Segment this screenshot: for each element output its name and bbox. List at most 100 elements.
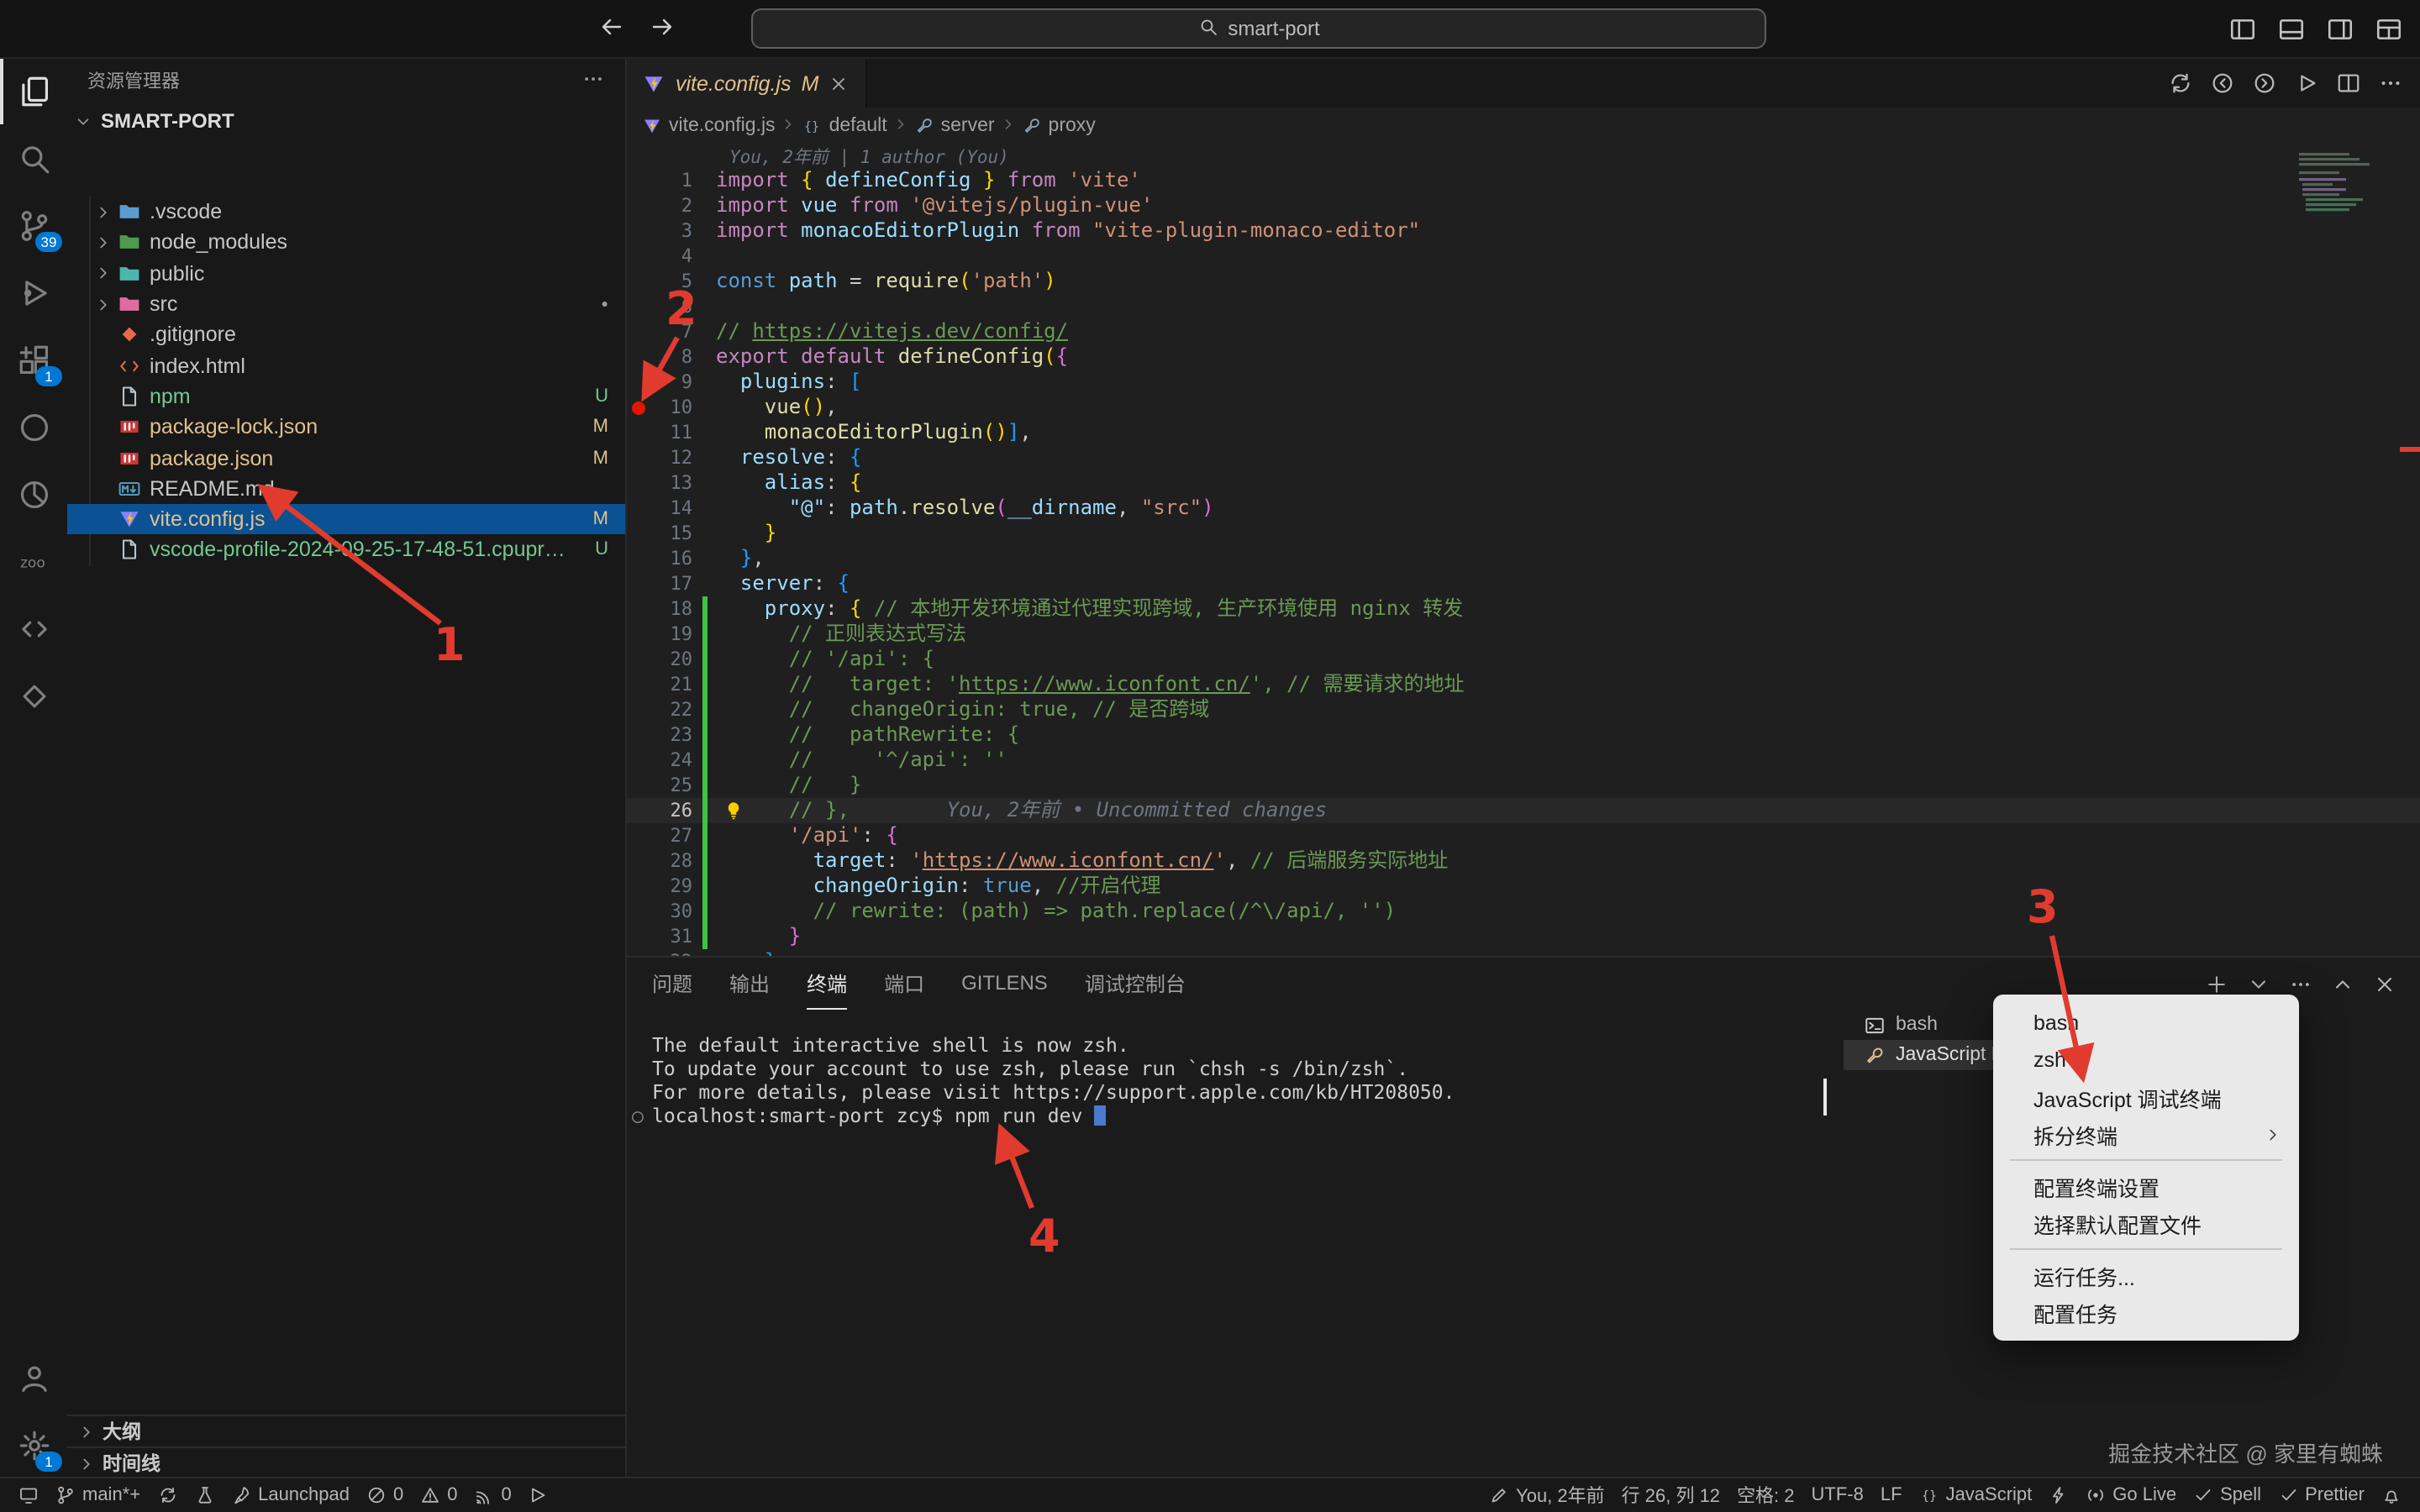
activitybar-extensions[interactable]: 1 [0,326,67,393]
glyph-margin[interactable] [625,420,652,445]
panel-action-close-button[interactable] [2373,972,2396,995]
breadcrumb-item-default[interactable]: {}default [802,116,887,136]
menu-item-拆分终端[interactable]: 拆分终端 [1993,1116,2299,1152]
activitybar-accounts[interactable] [0,1344,67,1411]
glyph-margin[interactable] [625,193,652,218]
code-line-18[interactable]: 18 proxy: { // 本地开发环境通过代理实现跨域, 生产环境使用 ng… [625,596,2420,622]
layout-toggle-button[interactable] [2375,14,2403,43]
code-line-6[interactable]: 6 [625,294,2420,319]
breadcrumb-item-vite.config.js[interactable]: vite.config.js [642,116,776,136]
menu-item-配置终端设置[interactable]: 配置终端设置 [1993,1168,2299,1205]
glyph-margin[interactable] [625,924,652,949]
menu-item-配置任务[interactable]: 配置任务 [1993,1294,2299,1331]
breadcrumb-item-proxy[interactable]: proxy [1022,116,1096,136]
glyph-margin[interactable] [625,949,652,956]
panel-tab-调试控制台[interactable]: 调试控制台 [1085,958,1186,1010]
status-feedback[interactable] [2040,1478,2077,1512]
panel-tab-问题[interactable]: 问题 [652,958,692,1010]
glyph-margin[interactable] [625,722,652,748]
code-line-22[interactable]: 22 // changeOrigin: true, // 是否跨域 [625,697,2420,722]
activitybar-run-debug[interactable] [0,259,67,326]
glyph-margin[interactable] [625,445,652,470]
panel-action-chevron-up-button[interactable] [2331,972,2354,995]
status-spell[interactable]: Spell [2185,1478,2270,1512]
tree-item-npm[interactable]: npmU [67,381,625,412]
code-line-25[interactable]: 25 // } [625,773,2420,798]
tree-root-smart-port[interactable]: SMART-PORT [67,104,625,138]
code-line-3[interactable]: 3import monacoEditorPlugin from "vite-pl… [625,218,2420,244]
code-line-32[interactable]: 32 } [625,949,2420,956]
editor-tab-vite-config[interactable]: vite.config.js M [625,57,867,108]
editor-action-more-button[interactable] [2378,70,2403,95]
activitybar-source-control[interactable]: 39 [0,192,67,259]
menu-item-运行任务...[interactable]: 运行任务... [1993,1257,2299,1294]
code-line-16[interactable]: 16 }, [625,546,2420,571]
glyph-margin[interactable] [625,773,652,798]
status-remote[interactable] [10,1478,47,1512]
glyph-margin[interactable] [625,899,652,924]
glyph-margin[interactable] [625,697,652,722]
panel-left-toggle-button[interactable] [2228,14,2257,43]
panel-bottom-toggle-button[interactable] [2277,14,2306,43]
code-line-19[interactable]: 19 // 正则表达式写法 [625,622,2420,647]
code-line-20[interactable]: 20 // '/api': { [625,647,2420,672]
code-line-4[interactable]: 4 [625,244,2420,269]
glyph-margin[interactable] [625,748,652,773]
breadcrumb-item-server[interactable]: server [914,116,995,136]
tree-item-package.json[interactable]: package.jsonM [67,443,625,474]
glyph-margin[interactable] [625,496,652,521]
code-line-29[interactable]: 29 changeOrigin: true, //开启代理 [625,874,2420,899]
status-cursor-position[interactable]: 行 26, 列 12 [1613,1478,1728,1512]
activitybar-settings[interactable]: 1 [0,1411,67,1478]
tree-item-node_modules[interactable]: node_modules [67,228,625,259]
glyph-margin[interactable] [625,798,652,823]
menu-item-选择默认配置文件[interactable]: 选择默认配置文件 [1993,1205,2299,1242]
code-editor[interactable]: You, 2年前 | 1 author (You) 1import { defi… [625,144,2420,956]
status-run-task[interactable] [520,1478,557,1512]
sidebar-section-时间线[interactable]: 时间线 [67,1446,625,1478]
code-line-7[interactable]: 7// https://vitejs.dev/config/ [625,319,2420,344]
glyph-margin[interactable] [625,269,652,294]
status-go-live[interactable]: Go Live [2077,1478,2185,1512]
glyph-margin[interactable] [625,244,652,269]
status-ports[interactable]: 0 [466,1478,520,1512]
code-line-26[interactable]: 26 // }, You, 2年前 • Uncommitted changes [625,798,2420,823]
code-line-30[interactable]: 30 // rewrite: (path) => path.replace(/^… [625,899,2420,924]
tree-item-public[interactable]: public [67,258,625,289]
status-gitlens-author[interactable]: You, 2年前 [1481,1478,1613,1512]
code-line-17[interactable]: 17 server: { [625,571,2420,596]
code-line-14[interactable]: 14 "@": path.resolve(__dirname, "src") [625,496,2420,521]
editor-action-run-button[interactable] [2294,70,2319,95]
glyph-margin[interactable] [625,319,652,344]
activitybar-code-runner[interactable] [0,595,67,662]
glyph-margin[interactable] [625,596,652,622]
tree-item-.gitignore[interactable]: .gitignore [67,319,625,350]
glyph-margin[interactable] [625,168,652,193]
activitybar-zoo-extension[interactable]: zoo [0,528,67,595]
command-center-search[interactable]: smart-port [751,8,1766,49]
panel-action-plus-button[interactable] [2205,972,2228,995]
terminal-list-sash[interactable] [1823,1079,1827,1116]
status-eol[interactable]: LF [1872,1478,1911,1512]
code-line-31[interactable]: 31 } [625,924,2420,949]
code-line-23[interactable]: 23 // pathRewrite: { [625,722,2420,748]
panel-tab-GITLENS[interactable]: GITLENS [961,958,1048,1010]
status-prettier[interactable]: Prettier [2270,1478,2373,1512]
glyph-margin[interactable] [625,470,652,496]
back-button[interactable] [598,13,625,45]
tree-item-vite.config.js[interactable]: vite.config.jsM [67,504,625,535]
activitybar-misc-extension[interactable] [0,662,67,729]
editor-action-split-editor-button[interactable] [2336,70,2361,95]
activitybar-search[interactable] [0,124,67,192]
tree-item-vscode-profile-2024-09-25-17-48-51.cpuprofile[interactable]: vscode-profile-2024-09-25-17-48-51.cpupr… [67,535,625,566]
code-line-12[interactable]: 12 resolve: { [625,445,2420,470]
code-line-5[interactable]: 5const path = require('path') [625,269,2420,294]
glyph-margin[interactable] [625,874,652,899]
tree-item-package-lock.json[interactable]: package-lock.jsonM [67,412,625,443]
glyph-margin[interactable] [625,370,652,395]
editor-action-sync-button[interactable] [2168,70,2193,95]
status-beaker[interactable] [186,1478,223,1512]
code-line-27[interactable]: 27 '/api': { [625,823,2420,848]
panel-action-more-button[interactable] [2289,972,2312,995]
status-warnings[interactable]: 0 [412,1478,466,1512]
